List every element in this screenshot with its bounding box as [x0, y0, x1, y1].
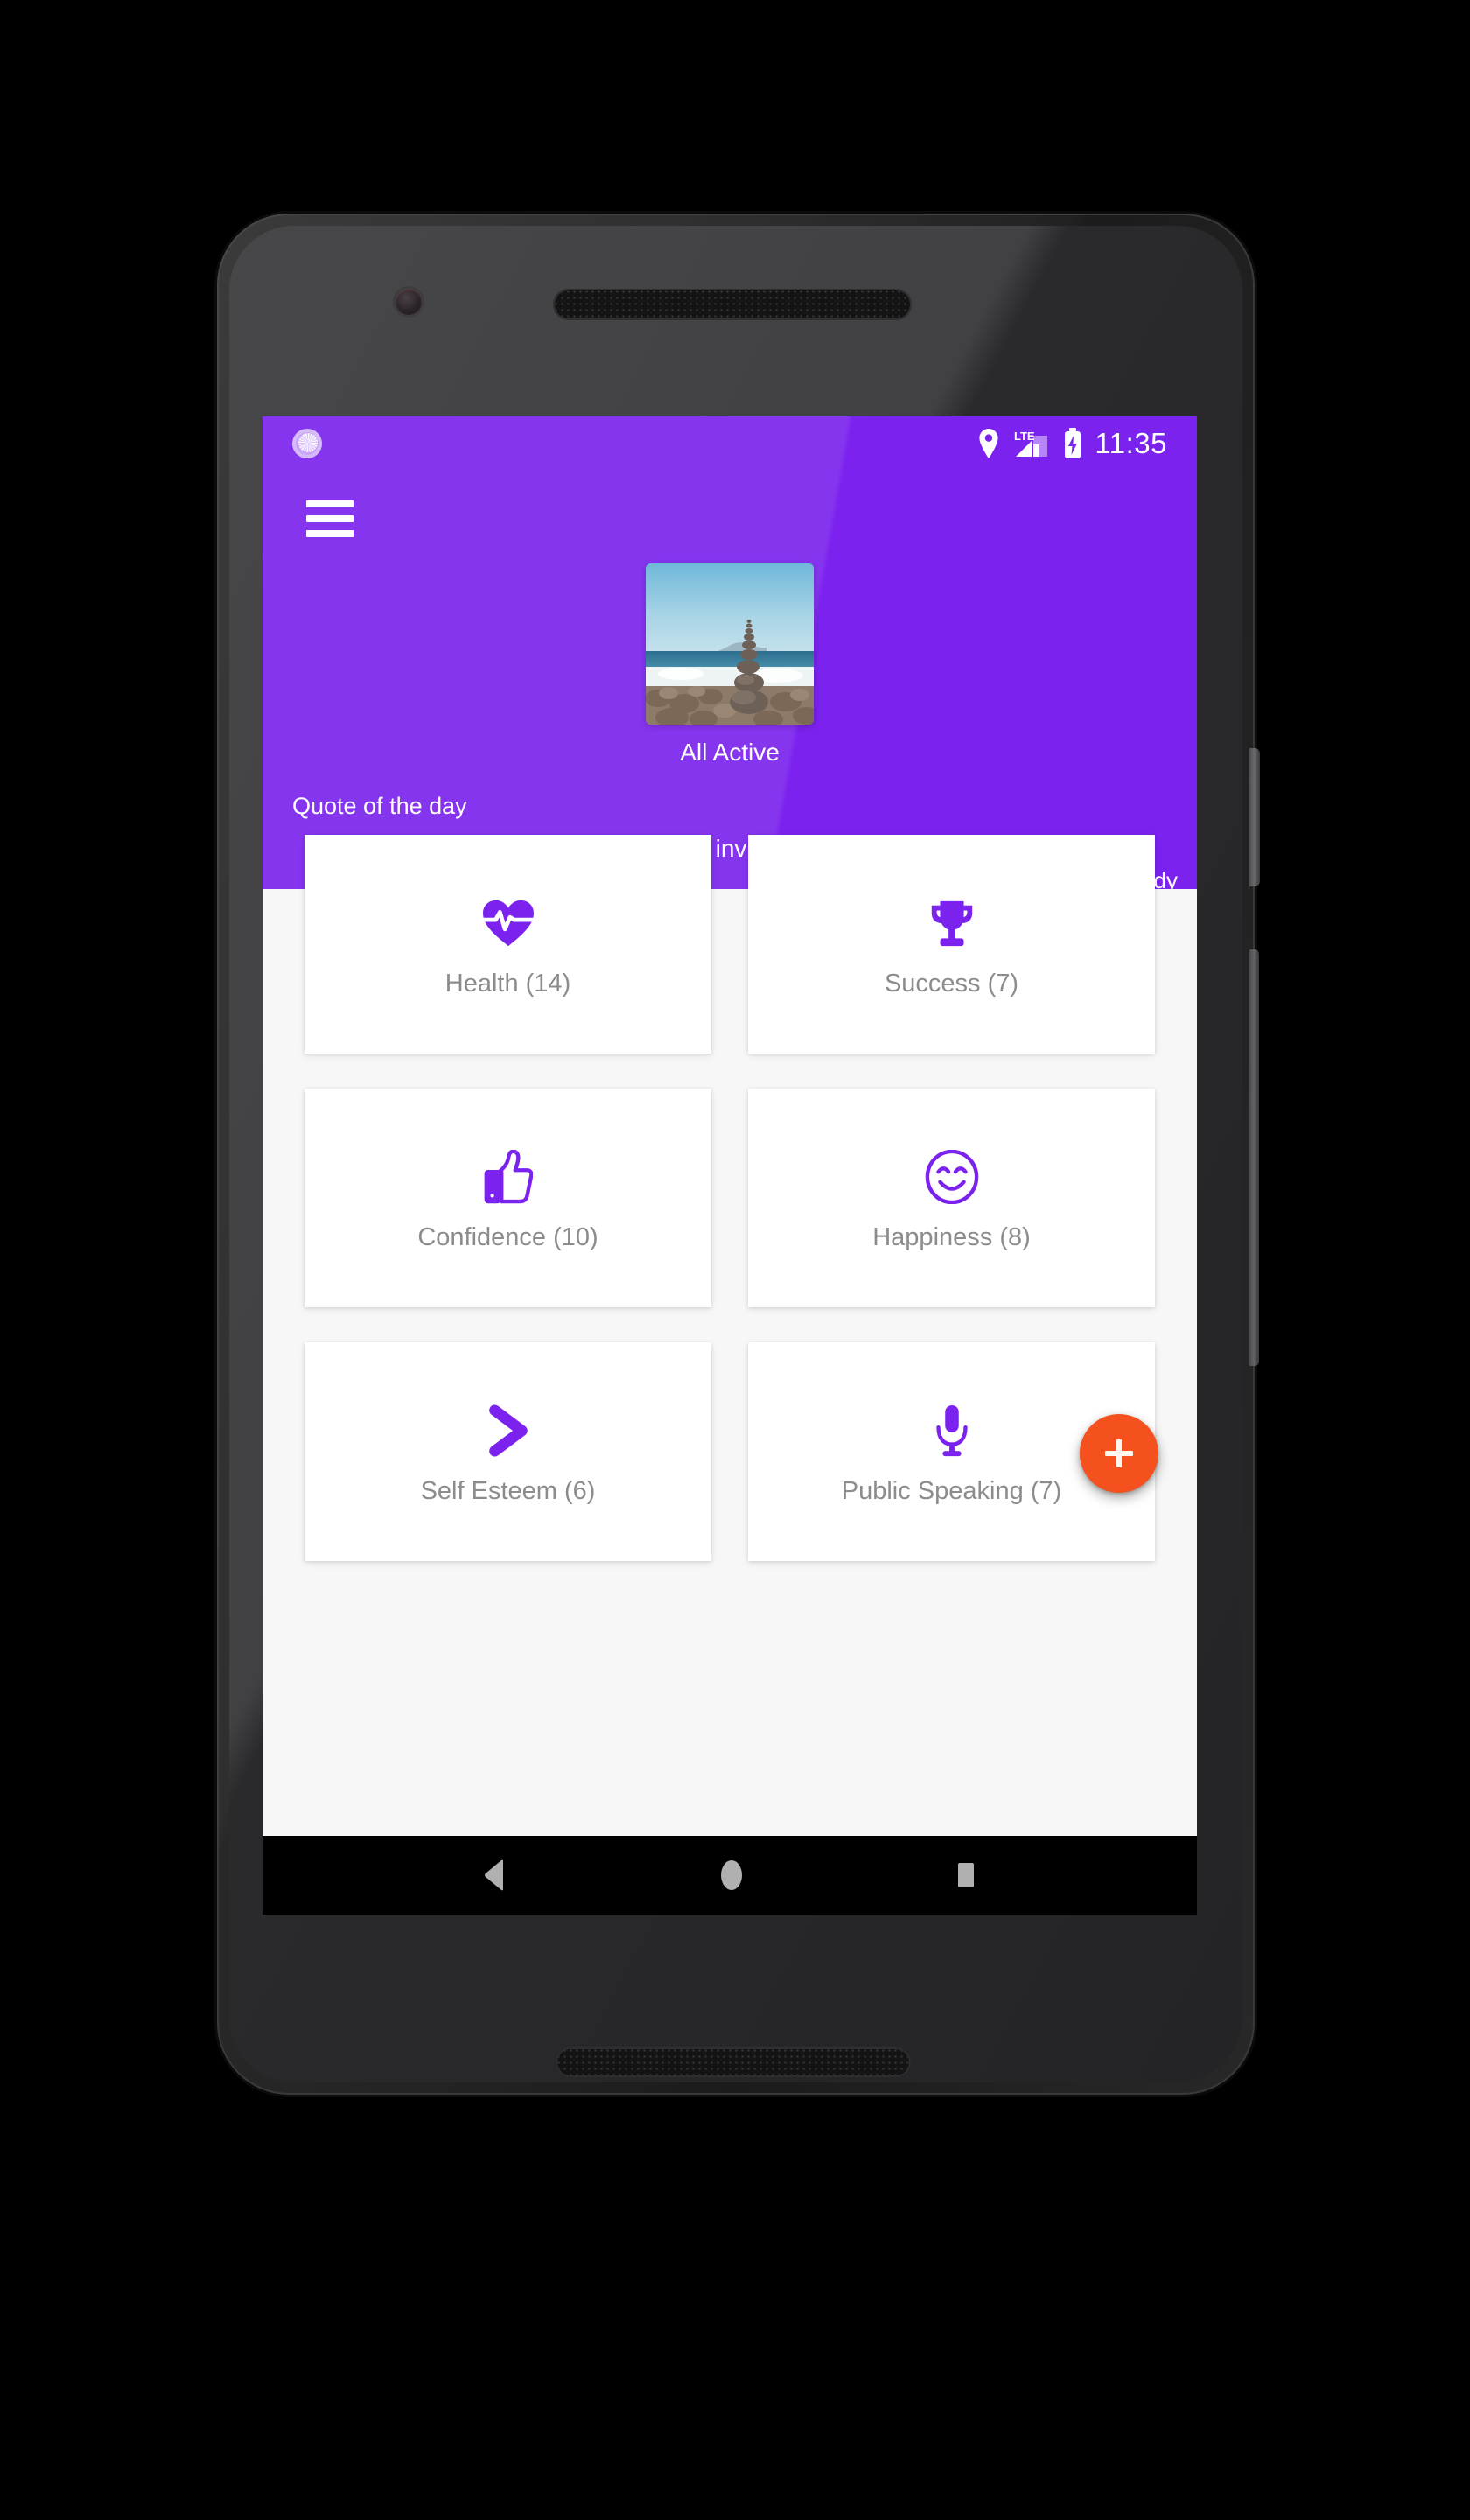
chevron-right-icon	[484, 1398, 533, 1463]
svg-text:LTE: LTE	[1014, 430, 1035, 443]
add-fab-button[interactable]	[1080, 1414, 1158, 1493]
android-nav-bar	[262, 1836, 1197, 1914]
home-circle-icon[interactable]	[718, 1858, 745, 1893]
back-triangle-icon[interactable]	[480, 1858, 510, 1892]
earpiece-speaker-grille	[553, 289, 912, 320]
volume-rocker-button[interactable]	[1250, 949, 1259, 1366]
status-bar: LTE 11:35	[262, 416, 1197, 471]
card-health[interactable]: Health (14)	[304, 835, 711, 1054]
front-camera-icon	[396, 289, 422, 315]
location-pin-icon	[977, 429, 1000, 458]
battery-charging-icon	[1063, 428, 1082, 459]
screenshot-stage: LTE 11:35 All Active Quote of the day I …	[0, 0, 1470, 2520]
hamburger-bar-3	[306, 530, 354, 537]
card-confidence[interactable]: Confidence (10)	[304, 1088, 711, 1307]
plus-icon	[1100, 1434, 1138, 1473]
card-happiness[interactable]: Happiness (8)	[748, 1088, 1155, 1307]
card-label: Confidence (10)	[417, 1222, 598, 1251]
hamburger-bar-1	[306, 500, 354, 508]
app-header: LTE 11:35 All Active Quote of the day I …	[262, 416, 1197, 889]
hero-title: All Active	[680, 738, 780, 766]
category-grid: Health (14) Success (7) Confidence (10) …	[262, 835, 1197, 1561]
microphone-icon	[931, 1398, 973, 1463]
card-label: Self Esteem (6)	[420, 1476, 596, 1505]
hero-image[interactable]	[646, 564, 814, 724]
smiley-face-icon	[925, 1144, 979, 1209]
thumbs-up-icon	[484, 1144, 533, 1209]
app-circle-icon	[292, 429, 322, 458]
power-button[interactable]	[1250, 748, 1260, 886]
card-label: Health (14)	[444, 969, 571, 998]
card-self-esteem[interactable]: Self Esteem (6)	[304, 1342, 711, 1561]
hamburger-menu-icon[interactable]	[306, 500, 354, 537]
bottom-speaker-grille	[556, 2048, 911, 2077]
heartbeat-icon	[480, 891, 536, 956]
card-success[interactable]: Success (7)	[748, 835, 1155, 1054]
status-bar-clock: 11:35	[1095, 427, 1167, 459]
phone-screen: LTE 11:35 All Active Quote of the day I …	[262, 416, 1197, 1914]
card-label: Happiness (8)	[872, 1222, 1031, 1251]
hamburger-bar-2	[306, 515, 354, 522]
card-label: Public Speaking (7)	[841, 1476, 1062, 1505]
quote-label: Quote of the day	[292, 793, 467, 819]
status-bar-right: LTE 11:35	[977, 427, 1167, 460]
status-bar-left	[292, 429, 322, 458]
trophy-icon	[925, 891, 979, 956]
recents-square-icon[interactable]	[953, 1858, 979, 1892]
signal-bars-icon: LTE	[1012, 429, 1051, 458]
card-label: Success (7)	[884, 969, 1019, 998]
